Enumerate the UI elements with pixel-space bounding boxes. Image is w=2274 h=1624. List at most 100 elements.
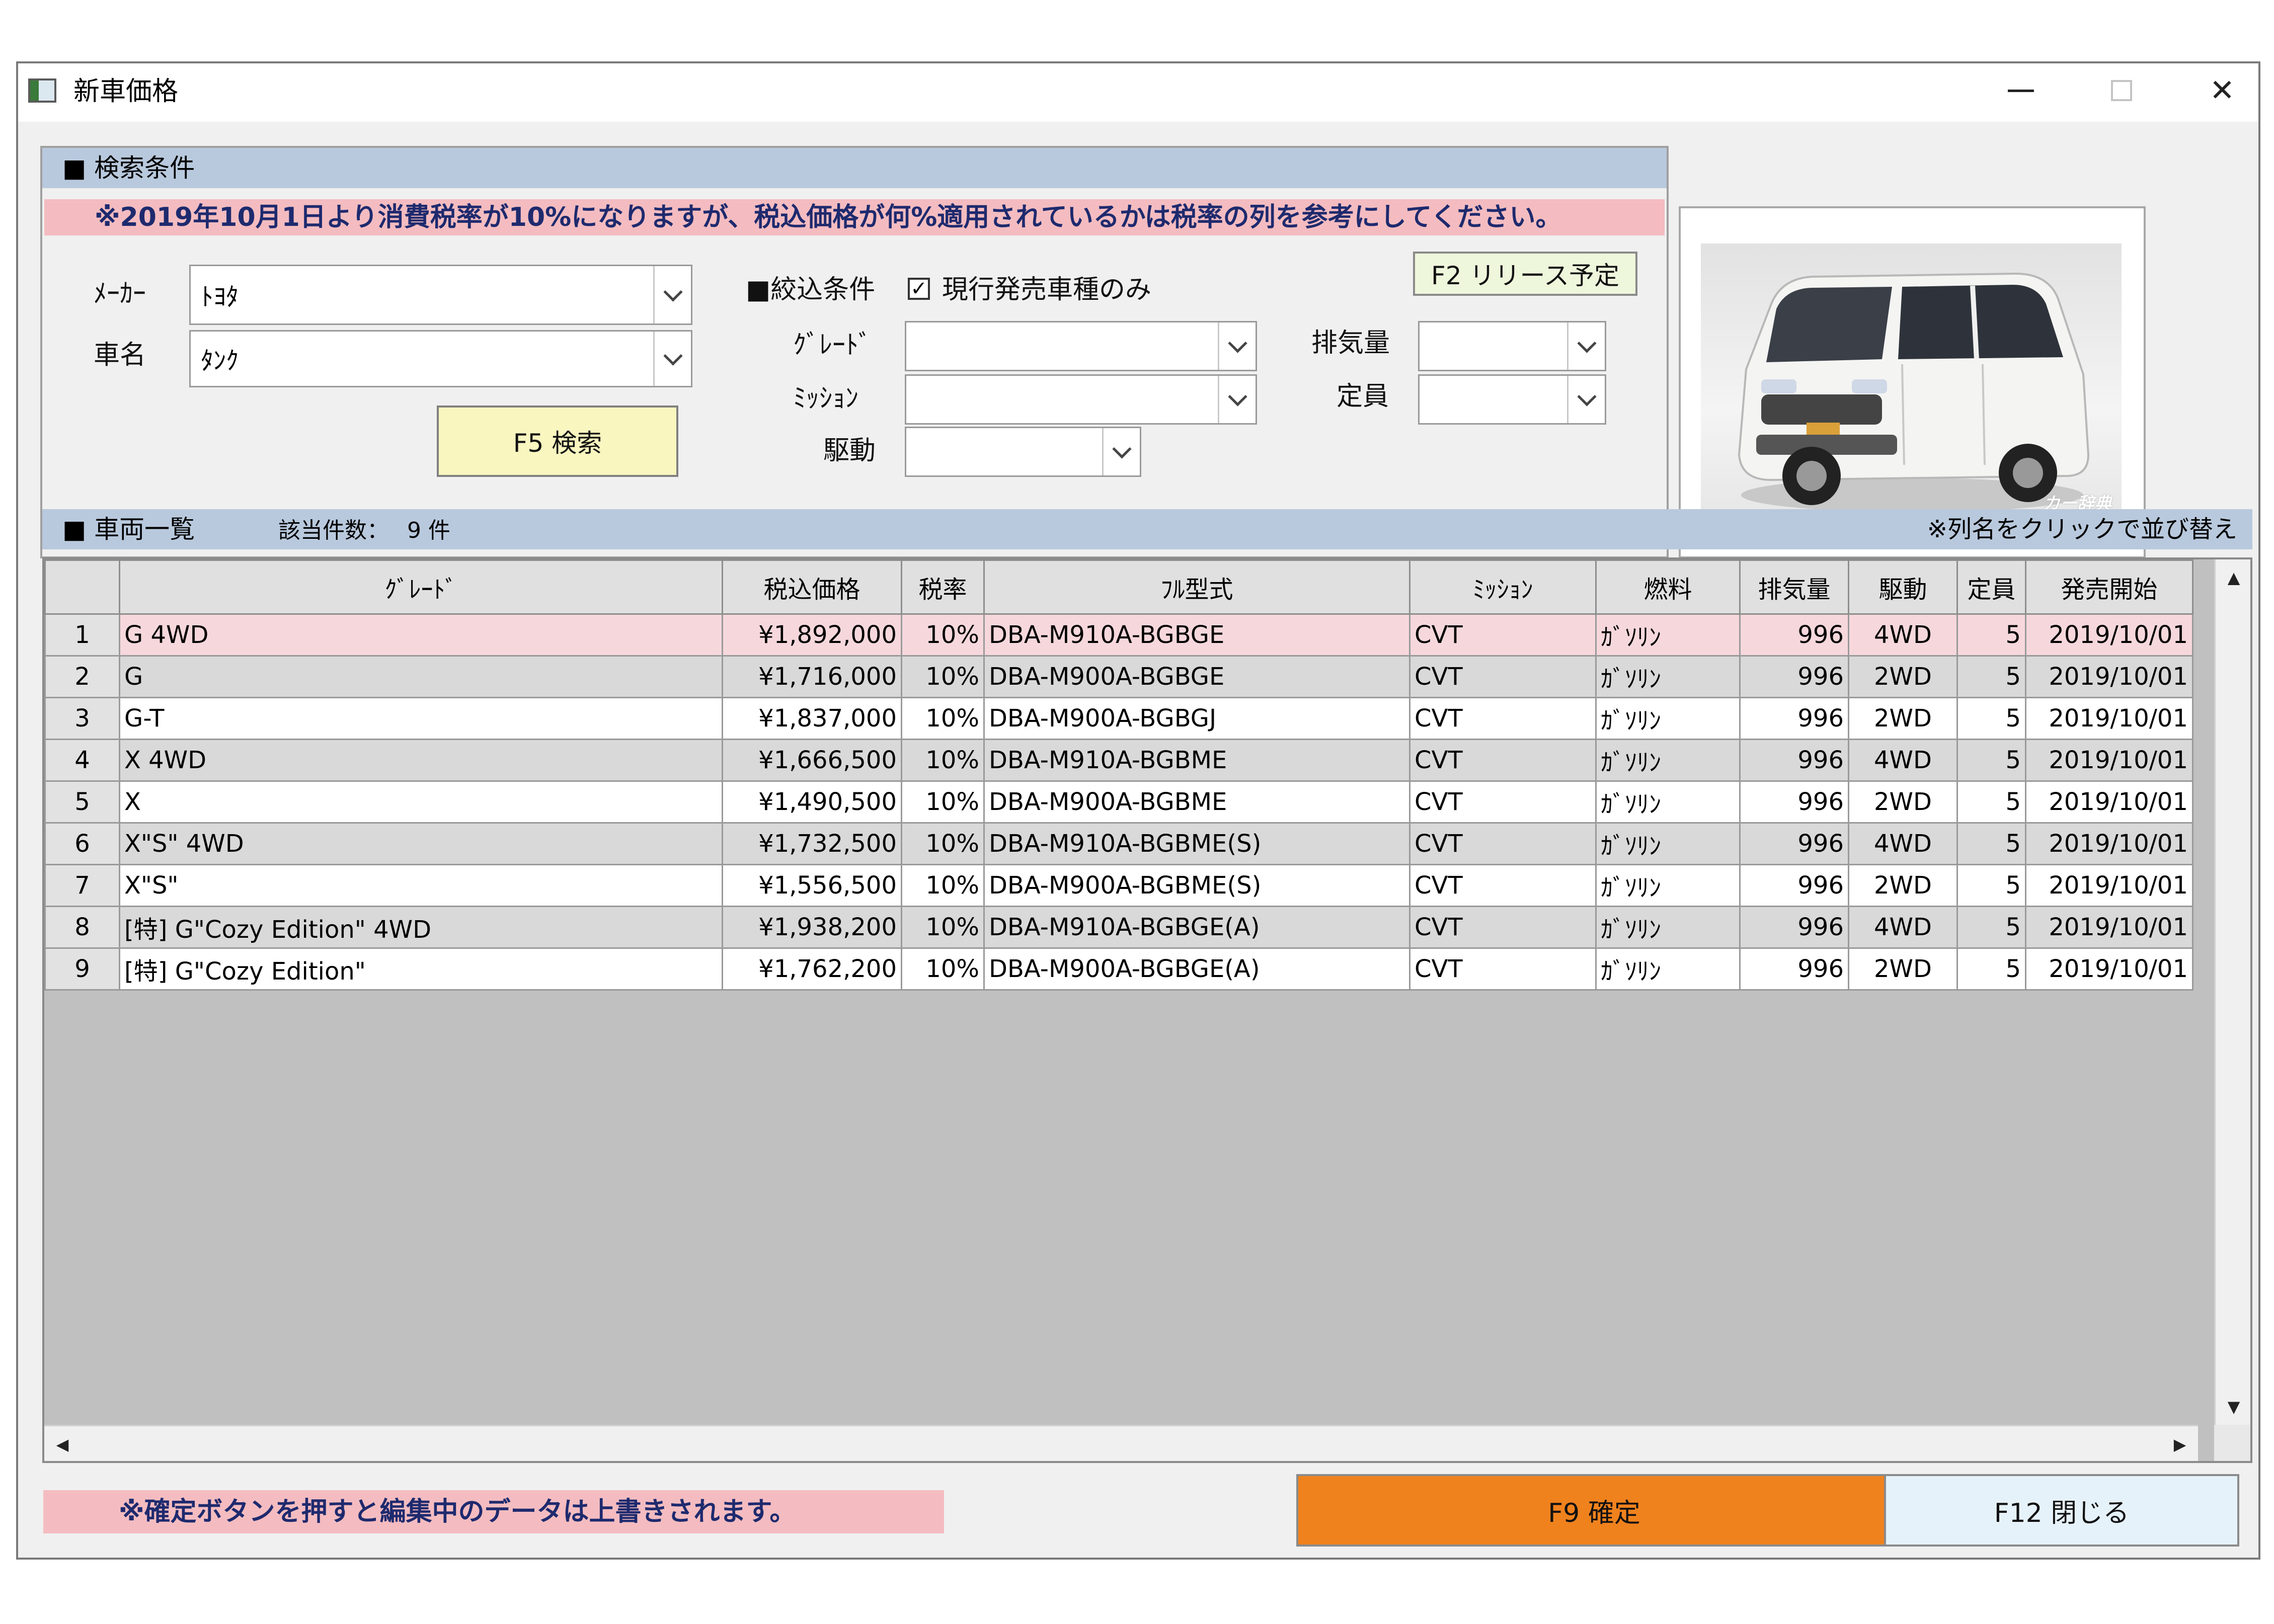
cell-mission[interactable]: CVT [1409, 697, 1597, 740]
cell-price[interactable]: ¥1,556,500 [722, 864, 902, 907]
cell-fuel[interactable]: ｶﾞｿﾘﾝ [1595, 864, 1741, 907]
scroll-right-arrow[interactable]: ▶ [2162, 1426, 2198, 1461]
confirm-button[interactable]: F9 確定 [1296, 1474, 1892, 1547]
cell-tax-rate[interactable]: 10% [901, 655, 985, 698]
capacity-dropdown-button[interactable] [1567, 376, 1605, 423]
minimize-button[interactable] [1991, 70, 2051, 111]
cell-full-model[interactable]: DBA-M910A-BGBGE [983, 613, 1410, 657]
cell-fuel[interactable]: ｶﾞｿﾘﾝ [1595, 739, 1741, 782]
cell-rownum[interactable]: 1 [44, 613, 120, 657]
displacement-dropdown-button[interactable] [1567, 322, 1605, 370]
cell-rownum[interactable]: 3 [44, 697, 120, 740]
displacement-select[interactable] [1418, 321, 1606, 371]
drive-dropdown-button[interactable] [1102, 428, 1140, 475]
table-row[interactable]: 1G 4WD ¥1,892,000 10% DBA-M910A-BGBGE CVT ｶﾞｿ… [44, 613, 2193, 657]
cell-capacity[interactable]: 5 [1956, 655, 2026, 698]
cell-displacement[interactable]: 996 [1739, 697, 1849, 740]
column-header-mission[interactable]: ﾐｯｼｮﾝ [1409, 559, 1597, 615]
cell-rownum[interactable]: 8 [44, 906, 120, 949]
cell-grade[interactable]: G-T [119, 697, 723, 740]
table-row[interactable]: 7 X"S" ¥1,556,500 10% DBA-M900A-BGBME(S) CVT ｶ… [44, 864, 2193, 907]
cell-fuel[interactable]: ｶﾞｿﾘﾝ [1595, 697, 1741, 740]
cell-capacity[interactable]: 5 [1956, 613, 2026, 657]
cell-release-date[interactable]: 2019/10/01 [2025, 822, 2193, 865]
horizontal-scrollbar[interactable]: ◀ ▶ [44, 1425, 2198, 1461]
cell-full-model[interactable]: DBA-M900A-BGBGE [983, 655, 1410, 698]
cell-fuel[interactable]: ｶﾞｿﾘﾝ [1595, 780, 1741, 824]
close-button[interactable]: F12 閉じる [1884, 1474, 2239, 1547]
cell-drive[interactable]: 2WD [1848, 947, 1958, 991]
cell-drive[interactable]: 4WD [1848, 739, 1958, 782]
cell-tax-rate[interactable]: 10% [901, 697, 985, 740]
cell-grade[interactable]: G 4WD [119, 613, 723, 657]
scroll-up-arrow[interactable]: ▲ [2216, 559, 2250, 596]
cell-price[interactable]: ¥1,837,000 [722, 697, 902, 740]
car-name-dropdown-button[interactable] [653, 332, 691, 386]
column-header-tax-rate[interactable]: 税率 [901, 559, 985, 615]
cell-drive[interactable]: 4WD [1848, 822, 1958, 865]
cell-capacity[interactable]: 5 [1956, 864, 2026, 907]
cell-fuel[interactable]: ｶﾞｿﾘﾝ [1595, 613, 1741, 657]
maximize-button[interactable] [2091, 70, 2152, 111]
cell-price[interactable]: ¥1,490,500 [722, 780, 902, 824]
table-row[interactable]: 8 [特] G"Cozy Edition" 4WD ¥1,938,200 10% DBA… [44, 906, 2193, 949]
cell-displacement[interactable]: 996 [1739, 864, 1849, 907]
cell-full-model[interactable]: DBA-M900A-BGBME(S) [983, 864, 1410, 907]
cell-grade[interactable]: G [119, 655, 723, 698]
release-schedule-button[interactable]: F2 リリース予定 [1413, 252, 1637, 296]
cell-mission[interactable]: CVT [1409, 613, 1597, 657]
close-window-button[interactable]: ✕ [2192, 70, 2252, 111]
cell-price[interactable]: ¥1,892,000 [722, 613, 902, 657]
cell-release-date[interactable]: 2019/10/01 [2025, 739, 2193, 782]
cell-mission[interactable]: CVT [1409, 739, 1597, 782]
cell-grade[interactable]: X"S" [119, 864, 723, 907]
cell-release-date[interactable]: 2019/10/01 [2025, 864, 2193, 907]
cell-grade[interactable]: X [119, 780, 723, 824]
table-row[interactable]: 9 [特] G"Cozy Edition" ¥1,762,200 10% DBA-M90… [44, 947, 2193, 991]
cell-grade[interactable]: X 4WD [119, 739, 723, 782]
column-header-release-date[interactable]: 発売開始 [2025, 559, 2193, 615]
cell-tax-rate[interactable]: 10% [901, 864, 985, 907]
vertical-scrollbar[interactable]: ▲ ▼ [2214, 559, 2250, 1425]
drive-select[interactable] [905, 427, 1141, 477]
cell-mission[interactable]: CVT [1409, 864, 1597, 907]
cell-drive[interactable]: 4WD [1848, 613, 1958, 657]
cell-fuel[interactable]: ｶﾞｿﾘﾝ [1595, 822, 1741, 865]
cell-drive[interactable]: 2WD [1848, 697, 1958, 740]
cell-drive[interactable]: 4WD [1848, 906, 1958, 949]
cell-drive[interactable]: 2WD [1848, 864, 1958, 907]
table-row[interactable]: 5 X ¥1,490,500 10% DBA-M900A-BGBME CVT ｶﾞｿﾘﾝ 99… [44, 780, 2193, 824]
cell-mission[interactable]: CVT [1409, 906, 1597, 949]
maker-dropdown-button[interactable] [653, 266, 691, 323]
table-row[interactable]: 4X 4WD ¥1,666,500 10% DBA-M910A-BGBME CVT ｶﾞｿ… [44, 739, 2193, 782]
cell-capacity[interactable]: 5 [1956, 697, 2026, 740]
cell-price[interactable]: ¥1,762,200 [722, 947, 902, 991]
column-header-fuel[interactable]: 燃料 [1595, 559, 1741, 615]
cell-fuel[interactable]: ｶﾞｿﾘﾝ [1595, 655, 1741, 698]
table-row[interactable]: 6 X"S" 4WD ¥1,732,500 10% DBA-M910A-BGBME(S)… [44, 822, 2193, 865]
cell-mission[interactable]: CVT [1409, 655, 1597, 698]
column-header-full-model[interactable]: ﾌﾙ型式 [983, 559, 1410, 615]
cell-displacement[interactable]: 996 [1739, 906, 1849, 949]
cell-capacity[interactable]: 5 [1956, 780, 2026, 824]
cell-release-date[interactable]: 2019/10/01 [2025, 906, 2193, 949]
cell-full-model[interactable]: DBA-M900A-BGBME [983, 780, 1410, 824]
cell-rownum[interactable]: 4 [44, 739, 120, 782]
cell-rownum[interactable]: 5 [44, 780, 120, 824]
cell-full-model[interactable]: DBA-M900A-BGBGE(A) [983, 947, 1410, 991]
capacity-select[interactable] [1418, 374, 1606, 425]
cell-price[interactable]: ¥1,938,200 [722, 906, 902, 949]
cell-displacement[interactable]: 996 [1739, 822, 1849, 865]
cell-tax-rate[interactable]: 10% [901, 739, 985, 782]
cell-drive[interactable]: 2WD [1848, 655, 1958, 698]
column-header-drive[interactable]: 駆動 [1848, 559, 1958, 615]
table-row[interactable]: 3 G-T ¥1,837,000 10% DBA-M900A-BGBGJ CVT ｶﾞｿﾘﾝ… [44, 697, 2193, 740]
cell-mission[interactable]: CVT [1409, 947, 1597, 991]
title-bar[interactable]: 新車価格 ✕ [18, 63, 2258, 122]
cell-grade[interactable]: X"S" 4WD [119, 822, 723, 865]
cell-tax-rate[interactable]: 10% [901, 947, 985, 991]
cell-capacity[interactable]: 5 [1956, 739, 2026, 782]
cell-grade[interactable]: [特] G"Cozy Edition" 4WD [119, 906, 723, 949]
cell-fuel[interactable]: ｶﾞｿﾘﾝ [1595, 906, 1741, 949]
cell-full-model[interactable]: DBA-M910A-BGBME(S) [983, 822, 1410, 865]
